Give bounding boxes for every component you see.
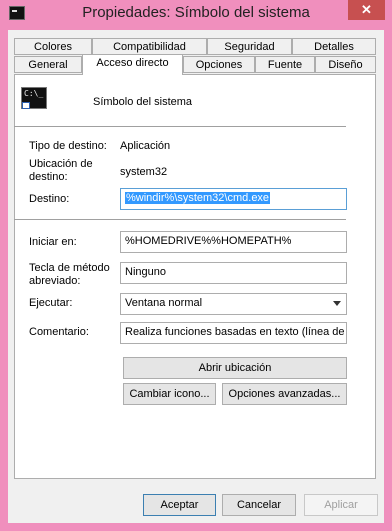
tab-general[interactable]: General <box>14 56 82 73</box>
run-label: Ejecutar: <box>29 297 73 309</box>
hotkey-field[interactable]: Ninguno <box>120 262 347 284</box>
close-button[interactable]: ✕ <box>348 0 385 20</box>
target-type-value: Aplicación <box>120 140 171 152</box>
run-select-value: Ventana normal <box>125 297 203 309</box>
shortcut-arrow-icon <box>22 102 30 109</box>
comment-field[interactable]: Realiza funciones basadas en texto (líne… <box>120 322 347 344</box>
target-location-value: system32 <box>120 166 168 178</box>
advanced-options-button[interactable]: Opciones avanzadas... <box>222 383 347 405</box>
cmd-shortcut-icon: C:\_ <box>21 87 47 109</box>
cancel-button[interactable]: Cancelar <box>222 494 296 516</box>
window-title: Propiedades: Símbolo del sistema <box>82 4 310 21</box>
start-in-label: Iniciar en: <box>29 236 77 248</box>
separator <box>14 126 346 127</box>
tab-opciones[interactable]: Opciones <box>183 56 255 73</box>
target-type-label: Tipo de destino: <box>29 140 107 152</box>
target-field[interactable]: %windir%\system32\cmd.exe <box>120 188 347 210</box>
shortcut-name: Símbolo del sistema <box>93 96 193 108</box>
tab-fuente[interactable]: Fuente <box>255 56 315 73</box>
target-value: %windir%\system32\cmd.exe <box>125 192 271 204</box>
tab-seguridad[interactable]: Seguridad <box>207 38 292 55</box>
title-bar[interactable]: Propiedades: Símbolo del sistema ✕ <box>0 0 392 30</box>
run-select[interactable]: Ventana normal <box>120 293 347 315</box>
chevron-down-icon[interactable] <box>333 301 341 306</box>
tab-acceso-directo[interactable]: Acceso directo <box>82 54 183 75</box>
target-location-label: Ubicación de destino: <box>29 158 93 183</box>
apply-button[interactable]: Aplicar <box>304 494 378 516</box>
target-label: Destino: <box>29 193 70 205</box>
separator <box>14 219 346 220</box>
ok-button[interactable]: Aceptar <box>143 494 216 516</box>
tab-detalles[interactable]: Detalles <box>292 38 376 55</box>
open-location-button[interactable]: Abrir ubicación <box>123 357 347 379</box>
change-icon-button[interactable]: Cambiar icono... <box>123 383 216 405</box>
comment-label: Comentario: <box>29 326 89 338</box>
properties-dialog: Propiedades: Símbolo del sistema ✕ Color… <box>0 0 392 531</box>
start-in-field[interactable]: %HOMEDRIVE%%HOMEPATH% <box>120 231 347 253</box>
tab-compatibilidad[interactable]: Compatibilidad <box>92 38 207 55</box>
tab-diseno[interactable]: Diseño <box>315 56 376 73</box>
tab-colores[interactable]: Colores <box>14 38 92 55</box>
hotkey-label: Tecla de método abreviado: <box>29 262 110 287</box>
